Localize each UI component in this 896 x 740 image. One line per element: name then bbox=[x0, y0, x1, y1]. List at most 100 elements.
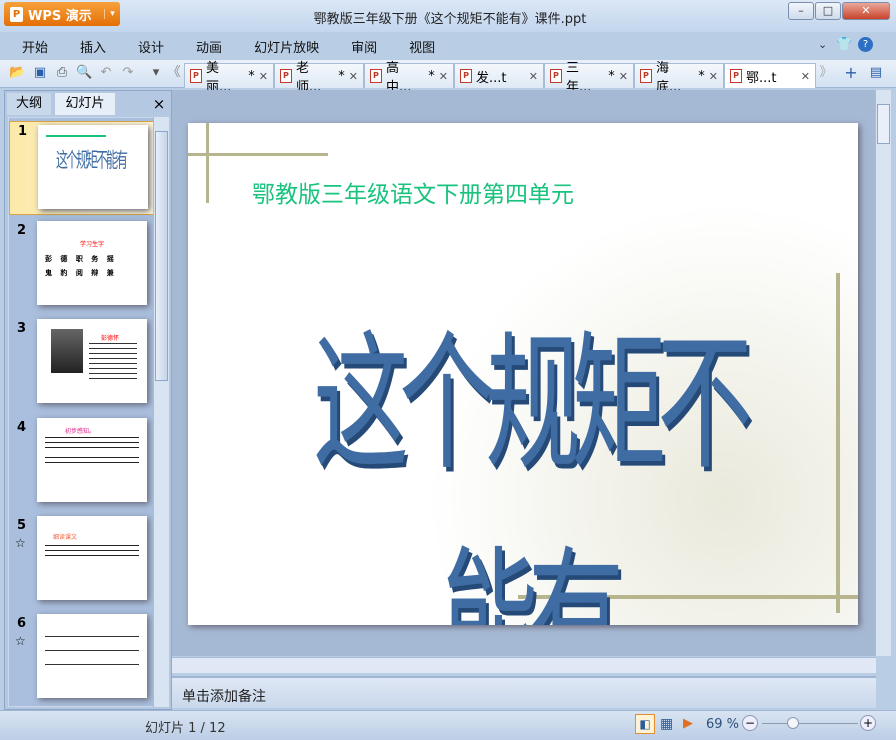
scrollbar-thumb[interactable] bbox=[155, 131, 168, 381]
status-bar: 幻灯片 1 / 12 ◧ ▦ ▶ 69 % − + bbox=[0, 710, 896, 740]
animation-star-icon: ☆ bbox=[15, 634, 26, 648]
wps-logo-icon: P bbox=[10, 6, 23, 22]
document-tab[interactable]: P 三年... * ✕ bbox=[544, 61, 634, 95]
close-tab-icon[interactable]: ✕ bbox=[709, 70, 718, 83]
slide-sorter-icon[interactable]: ▦ bbox=[660, 716, 673, 732]
document-tab[interactable]: P 海底... * ✕ bbox=[634, 61, 724, 95]
print-preview-icon[interactable]: 🔍 bbox=[76, 65, 92, 81]
normal-view-icon[interactable]: ◧ bbox=[635, 714, 655, 734]
close-tab-icon[interactable]: ✕ bbox=[801, 70, 810, 83]
tab-modified: * bbox=[248, 68, 255, 84]
close-tab-icon[interactable]: ✕ bbox=[349, 70, 358, 83]
new-tab-icon[interactable]: + bbox=[843, 65, 859, 81]
slide-panel: 大纲 幻灯片 × 1 这个规矩不能有 2 学习生字彭 德 职 务 摇鬼 豹 阅 辩 … bbox=[4, 90, 172, 710]
thumb-title: 学习生字 bbox=[79, 241, 104, 248]
thumbnail-list: 1 这个规矩不能有 2 学习生字彭 德 职 务 摇鬼 豹 阅 辩 兼 3 彭德怀 4 初… bbox=[8, 117, 154, 707]
skin-icon[interactable]: 👕 bbox=[836, 37, 852, 52]
print-icon[interactable]: ⎙ bbox=[54, 65, 70, 81]
thumb-title: 彭德怀 bbox=[101, 335, 120, 342]
animation-star-icon: ☆ bbox=[15, 536, 26, 550]
window-title: 鄂教版三年级下册《这个规矩不能有》课件.ppt bbox=[313, 12, 587, 27]
tab-modified: * bbox=[698, 68, 705, 84]
app-menu-button[interactable]: P WPS 演示 ▾ bbox=[4, 2, 120, 26]
ppt-file-icon: P bbox=[640, 69, 652, 83]
close-tab-icon[interactable]: ✕ bbox=[439, 70, 448, 83]
thumb-title: 细读课文 bbox=[53, 534, 78, 541]
tab-slides[interactable]: 幻灯片 bbox=[55, 93, 115, 115]
slideshow-icon[interactable]: ▶ bbox=[683, 716, 693, 731]
slide-canvas[interactable]: 鄂教版三年级语文下册第四单元 这个规矩不能有 bbox=[188, 123, 858, 625]
thumb-line: 彭 德 职 务 摇 bbox=[45, 255, 114, 263]
redo-icon[interactable]: ↷ bbox=[120, 65, 136, 81]
document-tab[interactable]: P 发...t ✕ bbox=[454, 63, 544, 88]
tab-outline[interactable]: 大纲 bbox=[7, 93, 51, 115]
thumbnail-2[interactable]: 2 学习生字彭 德 职 务 摇鬼 豹 阅 辩 兼 bbox=[9, 221, 153, 315]
slide-number: 1 bbox=[18, 124, 28, 139]
tab-label: 鄂...t bbox=[746, 70, 777, 86]
scroll-tabs-right-icon[interactable]: 》 bbox=[818, 65, 834, 81]
ppt-file-icon: P bbox=[460, 69, 472, 83]
zoom-level: 69 % bbox=[706, 717, 740, 732]
thumbnail-5[interactable]: 5 ☆ 细读课文 bbox=[9, 516, 153, 610]
thumbnail-3[interactable]: 3 彭德怀 bbox=[9, 319, 153, 413]
save-icon[interactable]: ▣ bbox=[32, 65, 48, 81]
menu-design[interactable]: 设计 bbox=[138, 37, 164, 56]
tab-label: 发...t bbox=[476, 70, 507, 86]
thumb-title: 初步感知。 bbox=[65, 428, 96, 435]
close-button[interactable]: ✕ bbox=[842, 2, 890, 20]
ppt-file-icon: P bbox=[730, 69, 742, 83]
thumb-line: 鬼 豹 阅 辩 兼 bbox=[45, 269, 114, 277]
thumbnail-scrollbar[interactable] bbox=[153, 117, 169, 707]
portrait-photo bbox=[51, 329, 83, 373]
menu-slideshow[interactable]: 幻灯片放映 bbox=[254, 37, 319, 56]
notes-pane[interactable]: 单击添加备注 bbox=[172, 676, 876, 708]
tab-modified: * bbox=[338, 68, 345, 84]
zoom-in-button[interactable]: + bbox=[860, 715, 876, 731]
menu-animation[interactable]: 动画 bbox=[196, 37, 222, 56]
close-tab-icon[interactable]: ✕ bbox=[259, 70, 268, 83]
app-name: WPS 演示 bbox=[28, 8, 92, 24]
zoom-slider[interactable] bbox=[762, 723, 858, 724]
chevron-down-icon: ▾ bbox=[104, 9, 120, 19]
thumbnail-6[interactable]: 6 ☆ bbox=[9, 614, 153, 706]
zoom-out-button[interactable]: − bbox=[742, 715, 758, 731]
open-icon[interactable]: 📂 bbox=[9, 65, 25, 81]
scrollbar-thumb[interactable] bbox=[877, 104, 890, 144]
toolbar: 📂 ▣ ⎙ 🔍 ↶ ↷ ▾ 《 P 美丽... * ✕ P 老师... * ✕ P 高中...… bbox=[0, 60, 896, 95]
slide-number: 3 bbox=[17, 321, 27, 336]
title-bar: P WPS 演示 ▾ 鄂教版三年级下册《这个规矩不能有》课件.ppt – □ ✕ bbox=[0, 0, 896, 32]
thumbnail-1[interactable]: 1 这个规矩不能有 bbox=[9, 121, 153, 215]
document-tab[interactable]: P 美丽... * ✕ bbox=[184, 61, 274, 95]
slide-number: 2 bbox=[17, 223, 27, 238]
menu-view[interactable]: 视图 bbox=[409, 37, 435, 56]
slide-number: 5 bbox=[17, 518, 27, 533]
ppt-file-icon: P bbox=[190, 69, 202, 83]
tab-modified: * bbox=[428, 68, 435, 84]
slide-subtitle[interactable]: 鄂教版三年级语文下册第四单元 bbox=[252, 175, 574, 209]
menu-home[interactable]: 开始 bbox=[22, 37, 48, 56]
slide-title[interactable]: 这个规矩不能有 bbox=[308, 283, 753, 625]
document-tab[interactable]: P 高中... * ✕ bbox=[364, 61, 454, 95]
maximize-button[interactable]: □ bbox=[815, 2, 841, 20]
minimize-button[interactable]: – bbox=[788, 2, 814, 20]
undo-icon[interactable]: ↶ bbox=[98, 65, 114, 81]
close-tab-icon[interactable]: ✕ bbox=[619, 70, 628, 83]
window-list-icon[interactable]: ▤ bbox=[868, 65, 884, 81]
ppt-file-icon: P bbox=[370, 69, 382, 83]
close-tab-icon[interactable]: ✕ bbox=[529, 70, 538, 83]
thumbnail-4[interactable]: 4 初步感知。 bbox=[9, 418, 153, 512]
slide-number: 6 bbox=[17, 616, 27, 631]
collapse-ribbon-icon[interactable]: ⌄ bbox=[818, 38, 827, 51]
customize-icon[interactable]: ▾ bbox=[148, 65, 164, 81]
document-tab[interactable]: P 老师... * ✕ bbox=[274, 61, 364, 95]
scroll-tabs-left-icon[interactable]: 《 bbox=[166, 65, 182, 81]
menu-bar: 开始 插入 设计 动画 幻灯片放映 审阅 视图 ⌄ 👕 ? bbox=[0, 32, 896, 60]
document-tab-active[interactable]: P 鄂...t ✕ bbox=[724, 63, 816, 88]
help-icon[interactable]: ? bbox=[858, 37, 873, 52]
zoom-slider-thumb[interactable] bbox=[787, 717, 800, 729]
slide-scrollbar[interactable] bbox=[875, 90, 891, 656]
horizontal-scrollbar[interactable] bbox=[172, 657, 876, 673]
menu-review[interactable]: 审阅 bbox=[351, 37, 377, 56]
menu-insert[interactable]: 插入 bbox=[80, 37, 106, 56]
close-panel-icon[interactable]: × bbox=[151, 93, 167, 115]
